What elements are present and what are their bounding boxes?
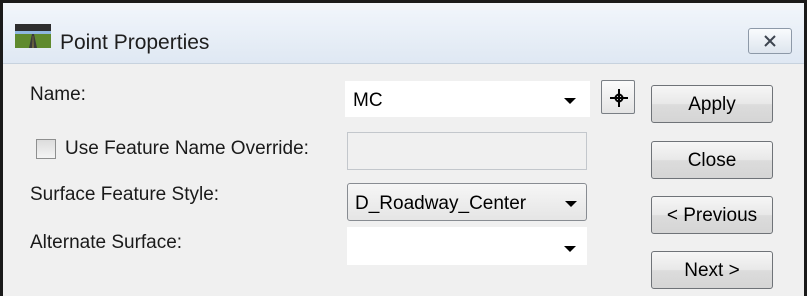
- style-value: D_Roadway_Center: [355, 193, 527, 214]
- close-icon: [764, 35, 776, 47]
- close-button[interactable]: Close: [651, 141, 773, 179]
- surface-feature-style-select[interactable]: D_Roadway_Center: [347, 183, 587, 221]
- feature-name-override-checkbox[interactable]: [36, 139, 56, 159]
- alternate-surface-combobox[interactable]: [347, 227, 587, 265]
- point-properties-dialog: Point Properties Name: MC Use Feature Na…: [0, 0, 807, 296]
- alternate-surface-label: Alternate Surface:: [30, 232, 183, 253]
- feature-name-override-field[interactable]: [347, 132, 587, 170]
- title-bar[interactable]: Point Properties: [3, 3, 804, 64]
- pick-point-button[interactable]: [601, 80, 635, 114]
- override-label: Use Feature Name Override:: [65, 138, 309, 159]
- window-title: Point Properties: [60, 31, 210, 54]
- chevron-down-icon[interactable]: [564, 246, 576, 252]
- next-button[interactable]: Next >: [651, 251, 773, 289]
- name-combobox[interactable]: MC: [345, 81, 590, 117]
- style-label: Surface Feature Style:: [30, 184, 220, 205]
- chevron-down-icon[interactable]: [564, 98, 576, 104]
- apply-button[interactable]: Apply: [651, 85, 773, 123]
- chevron-down-icon[interactable]: [565, 201, 577, 207]
- name-value: MC: [353, 90, 383, 111]
- name-label: Name:: [30, 84, 86, 105]
- previous-button[interactable]: < Previous: [651, 196, 773, 234]
- window-close-button[interactable]: [748, 28, 792, 54]
- roadway-icon: [15, 24, 51, 48]
- crosshair-icon: [610, 89, 628, 107]
